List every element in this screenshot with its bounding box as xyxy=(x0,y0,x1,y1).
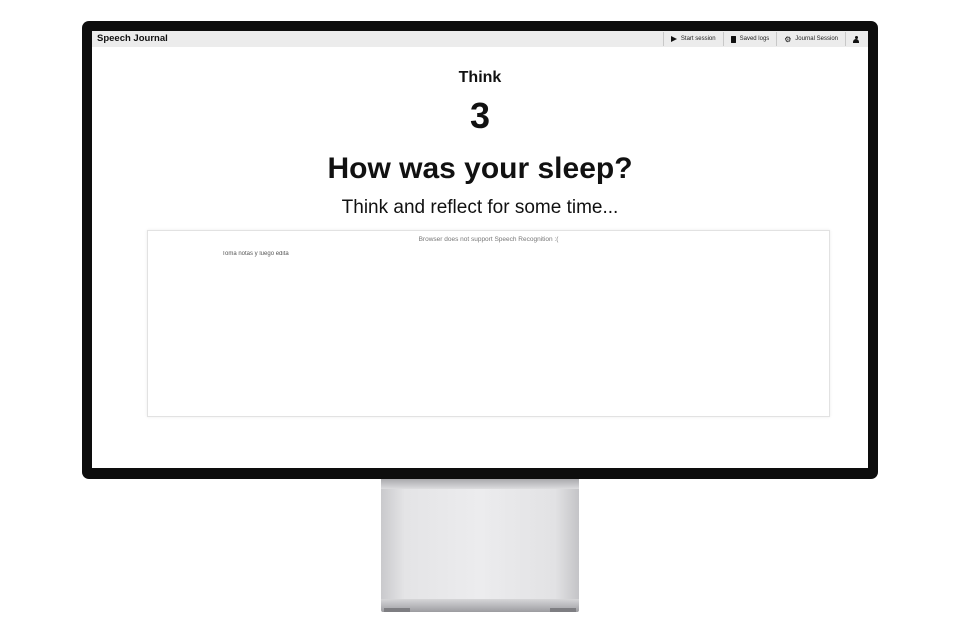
top-nav-bar: Speech Journal Start session Saved logs … xyxy=(92,31,868,47)
nav-profile[interactable] xyxy=(845,32,868,46)
nav-start-session-label: Start session xyxy=(680,36,716,42)
nav-menu: Start session Saved logs ⚙ Journal Sessi… xyxy=(662,31,868,47)
notes-textarea[interactable] xyxy=(222,251,742,401)
nav-saved-logs[interactable]: Saved logs xyxy=(722,32,777,46)
nav-journal-session[interactable]: ⚙ Journal Session xyxy=(776,32,845,46)
nav-start-session[interactable]: Start session xyxy=(662,32,723,46)
gear-icon: ⚙ xyxy=(784,34,792,44)
play-icon xyxy=(670,36,677,42)
journal-subtitle: Think and reflect for some time... xyxy=(341,197,619,218)
nav-saved-logs-label: Saved logs xyxy=(739,36,770,42)
user-icon xyxy=(853,35,859,43)
notes-card: Browser does not support Speech Recognit… xyxy=(147,230,830,417)
mode-label: Think xyxy=(458,69,502,86)
monitor-foot-right xyxy=(550,608,576,612)
document-icon xyxy=(730,35,736,43)
monitor-foot-left xyxy=(384,608,410,612)
monitor-stand xyxy=(381,479,579,601)
countdown-counter: 3 xyxy=(469,95,491,136)
speech-support-message: Browser does not support Speech Recognit… xyxy=(418,236,559,243)
app-screen: Speech Journal Start session Saved logs … xyxy=(92,31,868,468)
monitor-bezel: Speech Journal Start session Saved logs … xyxy=(82,21,878,479)
nav-journal-session-label: Journal Session xyxy=(795,36,838,42)
scene: Speech Journal Start session Saved logs … xyxy=(0,0,960,640)
brand-title[interactable]: Speech Journal xyxy=(97,32,168,46)
journal-question: How was your sleep? xyxy=(327,152,633,185)
